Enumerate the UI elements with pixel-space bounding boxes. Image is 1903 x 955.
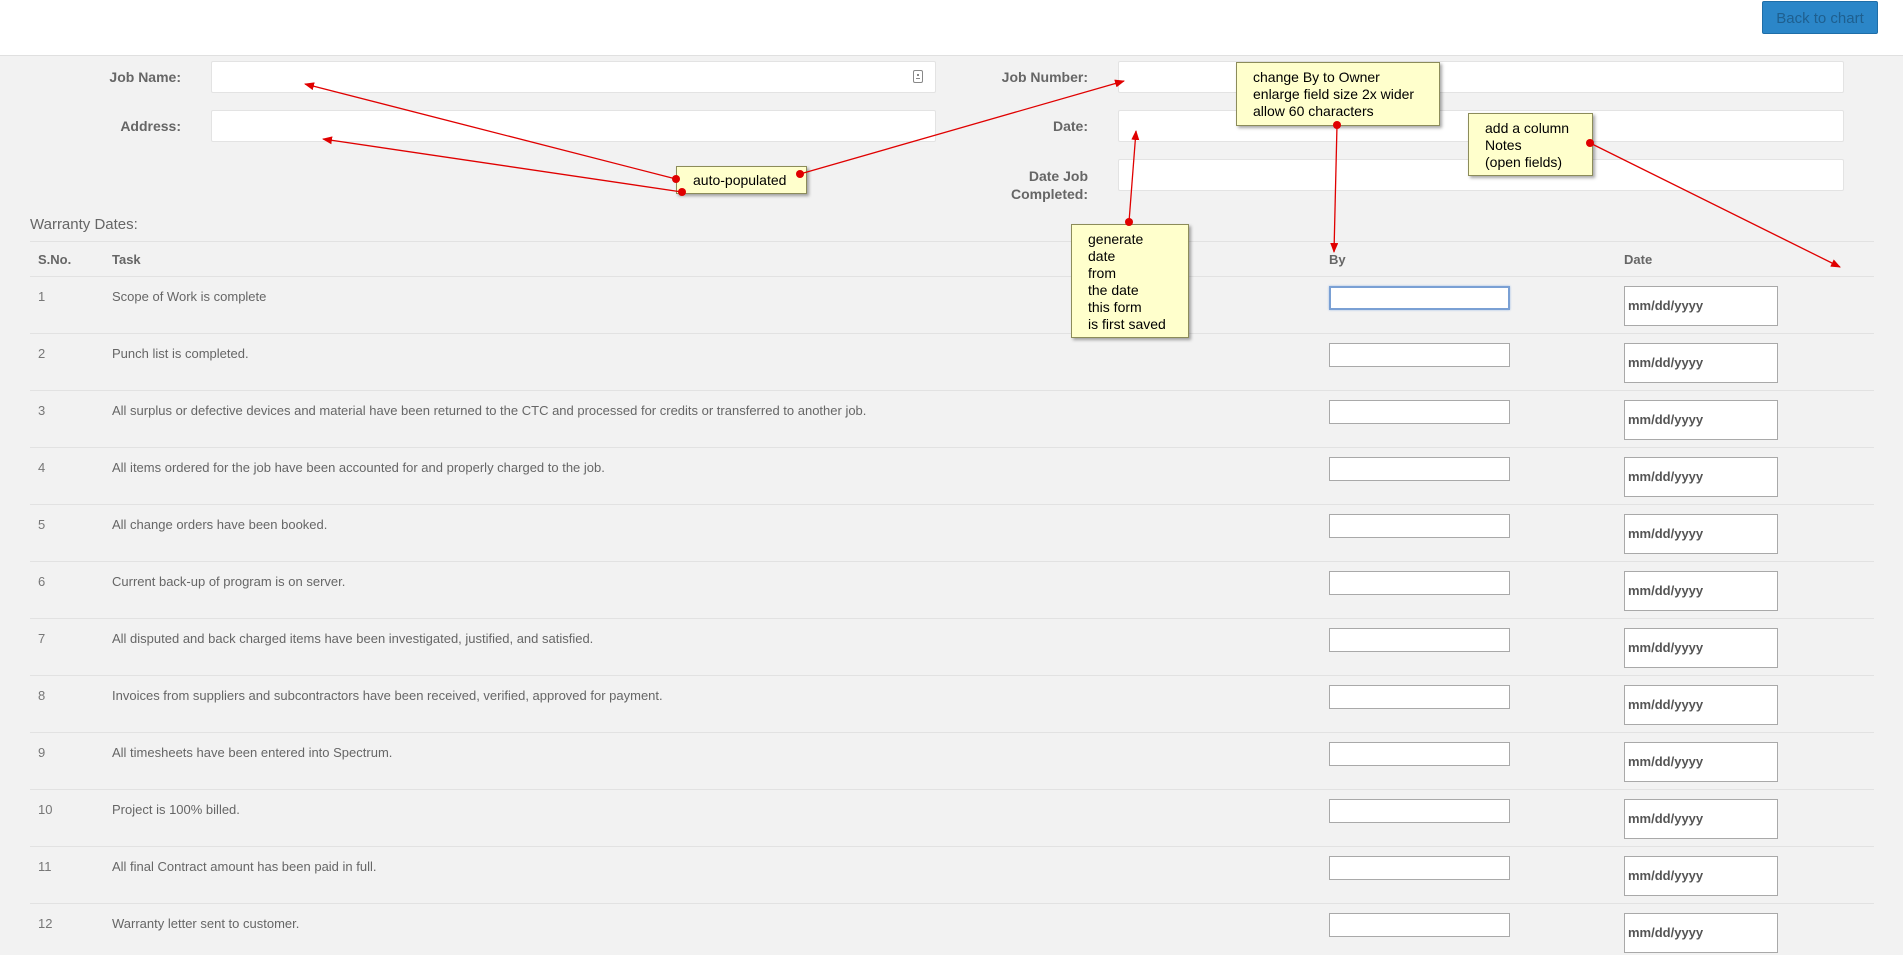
- row-task: All change orders have been booked.: [112, 517, 328, 532]
- date-label: Date:: [1052, 118, 1088, 134]
- by-input[interactable]: [1329, 628, 1510, 652]
- by-input[interactable]: [1329, 856, 1510, 880]
- row-task: All disputed and back charged items have…: [112, 631, 594, 646]
- column-header-date: Date: [1624, 252, 1653, 267]
- note-generate-date-line5: this form: [1088, 299, 1142, 315]
- note-change-by-line1: change By to Owner: [1253, 69, 1380, 85]
- date-job-completed-label-line1: Date Job: [1028, 168, 1088, 184]
- contact-card-icon: [913, 70, 923, 83]
- date-job-completed-label-line2: Completed:: [1011, 186, 1088, 202]
- by-input[interactable]: [1329, 571, 1510, 595]
- date-picker-input[interactable]: mm/dd/yyyy: [1624, 742, 1778, 782]
- row-divider: [30, 447, 1874, 448]
- note-generate-date-line2: date: [1088, 248, 1116, 264]
- by-input[interactable]: [1329, 286, 1510, 310]
- row-divider: [30, 561, 1874, 562]
- row-task: Current back-up of program is on server.: [112, 574, 346, 589]
- column-header-sno: S.No.: [38, 252, 72, 267]
- row-task: All surplus or defective devices and mat…: [112, 403, 867, 418]
- row-divider: [30, 789, 1874, 790]
- column-header-task: Task: [112, 252, 141, 267]
- row-divider: [30, 390, 1874, 391]
- column-header-by: By: [1329, 252, 1346, 267]
- by-input[interactable]: [1329, 457, 1510, 481]
- by-input[interactable]: [1329, 514, 1510, 538]
- job-name-label: Job Name:: [109, 69, 181, 85]
- row-divider: [30, 618, 1874, 619]
- date-picker-input[interactable]: mm/dd/yyyy: [1624, 400, 1778, 440]
- note-generate-date-line6: is first saved: [1088, 316, 1166, 332]
- row-number: 10: [38, 802, 53, 817]
- section-divider: [30, 241, 1874, 242]
- row-task: Punch list is completed.: [112, 346, 249, 361]
- note-generate-date-line1: generate: [1088, 231, 1144, 247]
- note-change-by-line2: enlarge field size 2x wider: [1253, 86, 1415, 102]
- arrow-to-address: [322, 136, 683, 193]
- date-picker-input[interactable]: mm/dd/yyyy: [1624, 457, 1778, 497]
- row-task: Invoices from suppliers and subcontracto…: [112, 688, 663, 703]
- row-divider: [30, 504, 1874, 505]
- row-divider: [30, 333, 1874, 334]
- row-task: All items ordered for the job have been …: [112, 460, 605, 475]
- row-task: Scope of Work is complete: [112, 289, 267, 304]
- row-task: Project is 100% billed.: [112, 802, 240, 817]
- note-add-column-line3: (open fields): [1485, 154, 1563, 170]
- row-divider: [30, 732, 1874, 733]
- row-task: Warranty letter sent to customer.: [112, 916, 300, 931]
- top-bar: Back to chart: [0, 0, 1903, 56]
- annotation-arrows: [304, 79, 1841, 268]
- note-add-column-line2: Notes: [1485, 137, 1522, 153]
- note-generate-date-line3: from: [1088, 265, 1116, 281]
- header-divider: [30, 276, 1874, 277]
- row-number: 11: [38, 859, 52, 874]
- note-change-by: change By to Owner enlarge field size 2x…: [1236, 62, 1440, 126]
- row-number: 8: [38, 688, 46, 703]
- row-number: 2: [38, 346, 46, 361]
- row-divider: [30, 675, 1874, 676]
- date-picker-input[interactable]: mm/dd/yyyy: [1624, 799, 1778, 839]
- by-input[interactable]: [1329, 742, 1510, 766]
- job-number-input[interactable]: [1118, 61, 1844, 93]
- row-number: 6: [38, 574, 46, 589]
- note-add-column: add a column Notes (open fields): [1468, 113, 1593, 176]
- date-picker-input[interactable]: mm/dd/yyyy: [1624, 286, 1778, 326]
- date-picker-input[interactable]: mm/dd/yyyy: [1624, 514, 1778, 554]
- date-picker-input[interactable]: mm/dd/yyyy: [1624, 913, 1778, 953]
- date-picker-input[interactable]: mm/dd/yyyy: [1624, 571, 1778, 611]
- row-task: All timesheets have been entered into Sp…: [112, 745, 393, 760]
- date-picker-input[interactable]: mm/dd/yyyy: [1624, 628, 1778, 668]
- note-generate-date-line4: the date: [1088, 282, 1139, 298]
- date-job-completed-label: Date Job Completed:: [960, 167, 1088, 203]
- date-picker-input[interactable]: mm/dd/yyyy: [1624, 343, 1778, 383]
- job-name-input[interactable]: [211, 61, 936, 93]
- note-add-column-line1: add a column: [1485, 120, 1570, 136]
- row-number: 12: [38, 916, 53, 931]
- note-auto-populated: auto-populated: [676, 166, 807, 194]
- warranty-dates-title: Warranty Dates:: [30, 216, 138, 233]
- back-to-chart-button[interactable]: Back to chart: [1762, 1, 1878, 34]
- row-number: 1: [38, 289, 46, 304]
- row-number: 7: [38, 631, 46, 646]
- by-input[interactable]: [1329, 400, 1510, 424]
- by-input[interactable]: [1329, 685, 1510, 709]
- note-auto-populated-text: auto-populated: [693, 172, 787, 188]
- row-divider: [30, 903, 1874, 904]
- note-change-by-line3: allow 60 characters: [1253, 103, 1374, 119]
- note-generate-date: generate date from the date this form is…: [1071, 224, 1189, 338]
- date-picker-input[interactable]: mm/dd/yyyy: [1624, 856, 1778, 896]
- address-input[interactable]: [211, 110, 936, 142]
- by-input[interactable]: [1329, 799, 1510, 823]
- date-picker-input[interactable]: mm/dd/yyyy: [1624, 685, 1778, 725]
- row-divider: [30, 846, 1874, 847]
- by-input[interactable]: [1329, 343, 1510, 367]
- address-label: Address:: [120, 118, 181, 134]
- row-number: 9: [38, 745, 46, 760]
- row-number: 5: [38, 517, 46, 532]
- row-task: All final Contract amount has been paid …: [112, 859, 377, 874]
- row-number: 3: [38, 403, 46, 418]
- job-number-label: Job Number:: [1001, 69, 1088, 85]
- by-input[interactable]: [1329, 913, 1510, 937]
- row-number: 4: [38, 460, 46, 475]
